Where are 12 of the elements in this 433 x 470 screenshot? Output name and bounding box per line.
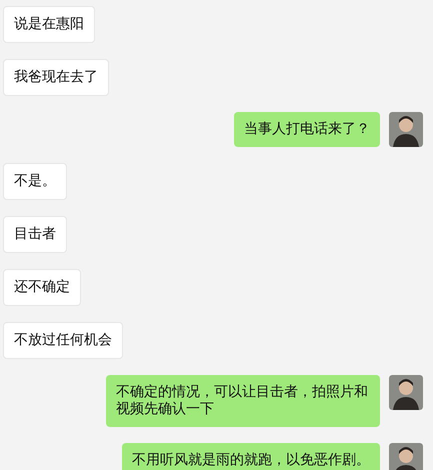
avatar[interactable] <box>389 443 423 470</box>
message-bubble: 不确定的情况，可以让目击者，拍照片和视频先确认一下 <box>106 375 380 427</box>
avatar[interactable] <box>389 112 423 147</box>
avatar[interactable] <box>389 375 423 410</box>
message-bubble: 目击者 <box>3 216 67 253</box>
message-bubble: 不用听风就是雨的就跑，以免恶作剧。 <box>122 443 380 470</box>
message-bubble: 不放过任何机会 <box>3 322 123 359</box>
message-bubble: 当事人打电话来了？ <box>234 112 380 147</box>
message-bubble: 说是在惠阳 <box>3 6 95 43</box>
message-bubble: 我爸现在去了 <box>3 59 109 96</box>
message-bubble: 还不确定 <box>3 269 81 306</box>
message-bubble: 不是。 <box>3 163 67 200</box>
